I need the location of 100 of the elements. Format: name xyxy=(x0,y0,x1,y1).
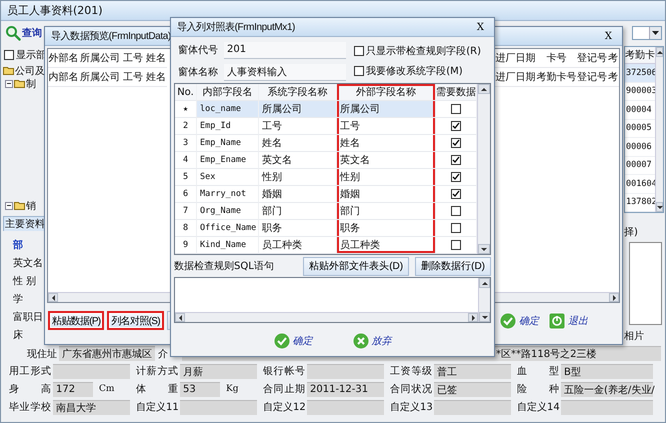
close-button[interactable]: X xyxy=(474,22,486,32)
vertical-scrollbar[interactable] xyxy=(655,47,663,212)
table-cell[interactable]: Marry_not xyxy=(197,186,259,203)
table-cell: 所属公司 xyxy=(79,68,121,87)
table-cell[interactable]: Emp_Id xyxy=(197,118,259,135)
table-cell: 工号 xyxy=(121,68,145,87)
table-cell: 职务 xyxy=(337,220,436,237)
table-cell: 考勤卡号 xyxy=(536,68,577,87)
table-cell: 姓名 xyxy=(145,68,167,87)
dialog-button[interactable]: 列名对照(S) xyxy=(107,311,164,330)
field-label: 用工形式 xyxy=(9,364,51,378)
tree-item[interactable]: 公司及 xyxy=(15,64,45,78)
input-field[interactable]: 人事资料输入 xyxy=(224,64,346,80)
action-button[interactable]: 放弃 xyxy=(352,333,392,349)
checkbox[interactable] xyxy=(451,189,461,199)
table-cell[interactable]: Emp_Name xyxy=(197,135,259,152)
search-button[interactable]: 查询 xyxy=(5,25,42,41)
table-cell: 婚姻 xyxy=(337,186,436,203)
dialog-button[interactable]: 删除数据行(D) xyxy=(415,256,491,276)
input-field[interactable]: 普工 xyxy=(434,364,511,378)
dialog-button[interactable]: 粘贴数据(P) xyxy=(48,311,104,330)
collapse-icon[interactable] xyxy=(5,202,13,210)
input-field[interactable]: 南昌大学 xyxy=(53,400,130,414)
folder-icon xyxy=(3,66,14,75)
input-field[interactable]: 五险一金(养老/失业/ xyxy=(561,382,653,396)
tree-item[interactable]: 销 xyxy=(26,198,36,212)
check-circle-icon xyxy=(500,312,516,328)
input-field[interactable]: B型 xyxy=(561,364,653,378)
sql-text-area[interactable] xyxy=(174,277,491,323)
checkbox[interactable] xyxy=(451,223,461,233)
checkbox[interactable] xyxy=(451,138,461,148)
checkbox[interactable] xyxy=(451,240,461,250)
field-label: 介 xyxy=(158,348,168,360)
field-label: 性 别 xyxy=(13,274,38,285)
input-field[interactable] xyxy=(561,400,653,414)
table-cell[interactable]: 00007 xyxy=(625,156,655,175)
table-cell[interactable]: loc_name xyxy=(197,101,259,118)
field-label: 部 xyxy=(13,238,24,249)
table-cell: 员工种类 xyxy=(337,237,436,254)
table-cell: 6 xyxy=(175,186,197,203)
tree-item[interactable]: 制 xyxy=(26,76,36,90)
table-cell: 5 xyxy=(175,169,197,186)
checkbox[interactable] xyxy=(451,206,461,216)
checkbox[interactable] xyxy=(354,46,364,56)
dialog-button[interactable]: 粘贴外部文件表头(D) xyxy=(303,256,410,276)
checkbox[interactable] xyxy=(354,66,364,76)
input-field[interactable]: 广东省惠州市惠城区 xyxy=(59,346,155,361)
column-header: 需要数据 xyxy=(436,84,477,101)
input-field[interactable]: 已签 xyxy=(434,382,511,396)
field-label: 英文名 xyxy=(13,256,44,267)
row-header: 内部名 xyxy=(48,68,79,87)
action-button[interactable]: 确定 xyxy=(500,312,539,328)
table-cell: 性别 xyxy=(259,169,337,186)
input-field[interactable] xyxy=(180,400,257,414)
check-circle-icon xyxy=(274,333,290,349)
table-cell[interactable]: Office_Name xyxy=(197,220,259,237)
field-label: 身 高 xyxy=(9,382,51,396)
input-field[interactable] xyxy=(434,400,511,414)
checkbox[interactable] xyxy=(451,172,461,182)
action-button[interactable]: 退出 xyxy=(549,312,588,328)
table-cell: 所属公司 xyxy=(337,101,436,118)
vertical-scrollbar[interactable] xyxy=(477,84,490,254)
row-header: 外部名 xyxy=(48,49,79,68)
column-header: 内部字段名 xyxy=(197,84,259,101)
folder-icon xyxy=(14,79,25,88)
input-field[interactable]: 2011-12-31 xyxy=(307,382,384,396)
table-cell[interactable]: Emp_Ename xyxy=(197,152,259,169)
input-field[interactable]: 172 xyxy=(53,382,93,396)
tab[interactable]: 主要资料 xyxy=(3,216,45,231)
table-cell[interactable]: 00005 xyxy=(625,120,655,138)
field-label: 自定义13 xyxy=(390,400,432,414)
input-field[interactable] xyxy=(307,400,384,414)
x-circle-icon xyxy=(352,333,368,349)
input-field[interactable] xyxy=(307,364,384,378)
field-label: 窗体名称 xyxy=(178,66,218,79)
field-label: 窗体代号 xyxy=(178,44,218,57)
unit-label: Cm xyxy=(99,384,114,394)
table-cell: 工号 xyxy=(121,49,145,68)
dialog-title: 导入列对照表(FrmInputMx1) xyxy=(177,20,295,34)
checkbox[interactable] xyxy=(451,121,461,131)
table-cell[interactable]: Kind_Name xyxy=(197,237,259,254)
table-cell: 7 xyxy=(175,203,197,220)
input-field[interactable]: 月薪 xyxy=(180,364,257,378)
column-header: 外部字段名称 xyxy=(337,84,436,101)
table-cell: 婚姻 xyxy=(259,186,337,203)
dropdown-field[interactable] xyxy=(632,26,662,40)
table-cell[interactable]: Org_Name xyxy=(197,203,259,220)
checkbox[interactable] xyxy=(451,104,461,114)
close-button[interactable]: X xyxy=(602,30,614,42)
field-label: 床 xyxy=(13,328,24,339)
checkbox[interactable] xyxy=(451,155,461,165)
field-label: 险 种 xyxy=(517,382,559,396)
input-field[interactable]: 201 xyxy=(224,42,346,58)
input-field[interactable]: 53 xyxy=(180,382,220,396)
table-cell: 3 xyxy=(175,135,197,152)
table-cell[interactable]: Sex xyxy=(197,169,259,186)
input-field[interactable] xyxy=(53,364,130,378)
action-button[interactable]: 确定 xyxy=(274,333,312,349)
collapse-icon[interactable] xyxy=(5,80,13,88)
checkbox[interactable] xyxy=(4,50,14,60)
